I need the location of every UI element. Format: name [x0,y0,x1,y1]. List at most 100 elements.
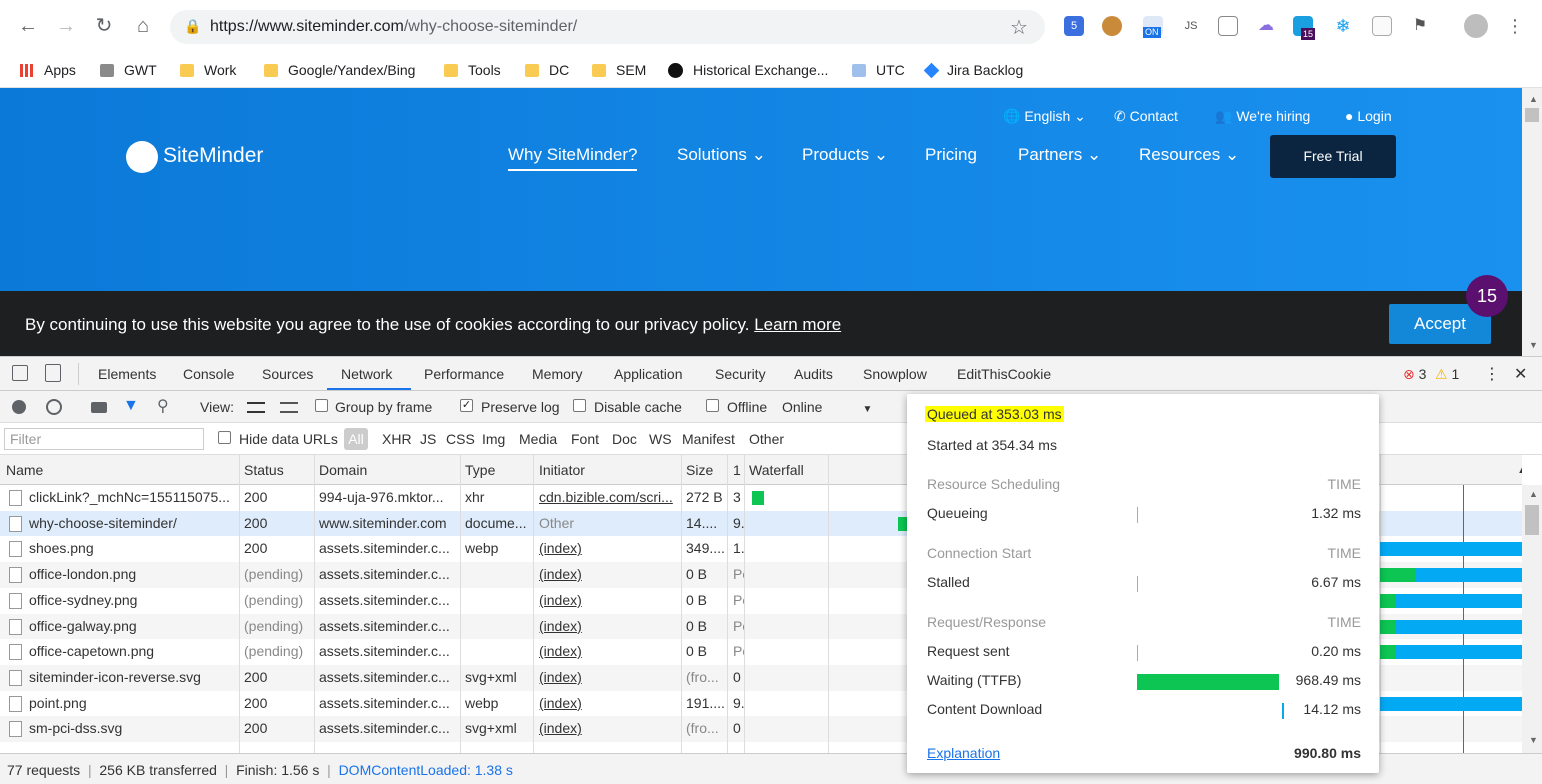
snowflake-icon[interactable]: ❄ [1333,16,1353,36]
bookmark-tools[interactable]: Tools [444,58,501,82]
warning-count[interactable]: ⚠ 1 [1435,366,1459,383]
cell-initiator[interactable]: (index) [539,566,679,582]
disable-cache-checkbox[interactable] [573,399,586,412]
pin-extension-icon[interactable]: ⚑ [1410,16,1430,36]
tab-network[interactable]: Network [341,366,392,382]
bookmark-historical-exchange[interactable]: Historical Exchange... [668,58,828,82]
bookmark-google-yandex-bing[interactable]: Google/Yandex/Bing [264,58,415,82]
forward-icon[interactable]: → [52,12,80,40]
type-filter-manifest[interactable]: Manifest [682,431,735,447]
scrollbar-thumb[interactable] [1525,108,1539,122]
hiring-link[interactable]: 👥 We're hiring [1215,108,1310,125]
js-extension-icon[interactable]: JS [1181,16,1201,36]
bookmark-work[interactable]: Work [180,58,236,82]
search-icon[interactable]: ⚲ [157,396,169,416]
type-filter-img[interactable]: Img [482,431,505,447]
login-link[interactable]: ● Login [1345,108,1392,124]
waterfall-bar[interactable] [1380,542,1522,557]
cell-initiator[interactable]: (index) [539,592,679,608]
scroll-up-icon[interactable]: ▲ [1529,489,1538,499]
language-selector[interactable]: 🌐 English ⌄ [1003,108,1086,125]
learn-more-link[interactable]: Learn more [754,315,841,334]
nav-solutions[interactable]: Solutions ⌄ [677,145,766,165]
tab-sources[interactable]: Sources [262,366,313,382]
waterfall-bar[interactable] [1380,645,1396,660]
tab-editthiscookie[interactable]: EditThisCookie [957,366,1051,382]
waterfall-bar[interactable] [1396,619,1522,634]
cell-initiator[interactable]: (index) [539,618,679,634]
close-devtools-icon[interactable]: ✕ [1514,364,1527,384]
screenshot-camera-icon[interactable] [91,402,107,413]
filter-icon[interactable]: ▼ [123,397,139,415]
bookmark-star-icon[interactable]: ☆ [1010,15,1028,40]
type-filter-xhr[interactable]: XHR [382,431,412,447]
group-by-frame-checkbox[interactable] [315,399,328,412]
waterfall-bar[interactable] [1396,645,1522,660]
cell-initiator[interactable]: (index) [539,643,679,659]
preserve-log-label[interactable]: Preserve log [481,399,560,415]
waterfall-bar[interactable] [1380,696,1522,711]
filter-input[interactable] [4,428,204,450]
address-bar[interactable]: 🔒 https://www.siteminder.com/why-choose-… [170,10,1045,44]
url-text[interactable]: https://www.siteminder.com/why-choose-si… [210,18,577,36]
tab-audits[interactable]: Audits [794,366,833,382]
nav-partners[interactable]: Partners ⌄ [1018,145,1101,165]
scroll-down-icon[interactable]: ▼ [1529,735,1538,745]
page-extension-icon[interactable] [1372,16,1392,36]
scrollbar-thumb[interactable] [1525,505,1539,535]
cell-initiator[interactable]: (index) [539,720,679,736]
notification-badge[interactable]: 15 [1466,275,1508,317]
sort-ascending-icon[interactable]: ▲ [1517,464,1522,476]
group-by-frame-label[interactable]: Group by frame [335,399,432,415]
inspect-element-icon[interactable] [12,365,28,381]
waterfall-bar[interactable] [1380,619,1396,634]
large-rows-icon[interactable] [247,402,265,413]
column-initiator[interactable]: Initiator [539,462,585,478]
devtools-menu-icon[interactable]: ⋮ [1484,364,1500,384]
overview-icon[interactable] [280,402,298,413]
column-time[interactable]: 1 [733,462,741,478]
browser-menu-icon[interactable]: ⋮ [1505,16,1525,36]
bookmark-dc[interactable]: DC [525,58,569,82]
cell-initiator[interactable]: (index) [539,669,679,685]
disable-cache-label[interactable]: Disable cache [594,399,682,415]
tab-application[interactable]: Application [614,366,683,382]
hide-data-urls-checkbox[interactable] [218,431,231,444]
device-toolbar-icon[interactable] [45,364,61,382]
bookmark-apps[interactable]: Apps [20,58,76,82]
siteminder-logo-icon[interactable] [126,141,158,173]
cell-initiator[interactable]: (index) [539,540,679,556]
free-trial-button[interactable]: Free Trial [1270,135,1396,178]
waterfall-bar[interactable] [1416,568,1522,583]
column-name[interactable]: Name [6,462,43,478]
type-filter-all[interactable]: All [344,428,368,450]
waterfall-bar[interactable] [1380,568,1416,583]
column-size[interactable]: Size [686,462,713,478]
site-scrollbar[interactable]: ▲ ▼ [1522,88,1542,356]
image-extension-icon[interactable] [1218,16,1238,36]
type-filter-other[interactable]: Other [749,431,784,447]
cookie-extension-icon[interactable] [1102,16,1122,36]
bookmark-gwt[interactable]: GWT [100,58,157,82]
offline-label[interactable]: Offline [727,399,767,415]
tab-elements[interactable]: Elements [98,366,156,382]
explanation-link[interactable]: Explanation [927,745,1000,761]
bookmark-sem[interactable]: SEM [592,58,646,82]
profile-avatar-icon[interactable] [1464,14,1488,38]
hide-data-urls-label[interactable]: Hide data URLs [239,431,338,447]
cloud-extension-icon[interactable]: ☁ [1256,16,1276,36]
type-filter-css[interactable]: CSS [446,431,475,447]
waterfall-bar[interactable] [1380,593,1396,608]
bookmark-utc[interactable]: UTC [852,58,905,82]
type-filter-media[interactable]: Media [519,431,557,447]
column-type[interactable]: Type [465,462,495,478]
extension-on-icon[interactable]: ON [1143,16,1163,38]
tab-memory[interactable]: Memory [532,366,583,382]
nav-why-siteminder[interactable]: Why SiteMinder? [508,145,638,171]
type-filter-js[interactable]: JS [420,431,436,447]
throttling-select[interactable]: Online ▼ [782,399,872,415]
column-status[interactable]: Status [244,462,284,478]
offline-checkbox[interactable] [706,399,719,412]
tab-console[interactable]: Console [183,366,234,382]
ghostery-icon[interactable]: 15 [1293,16,1316,40]
